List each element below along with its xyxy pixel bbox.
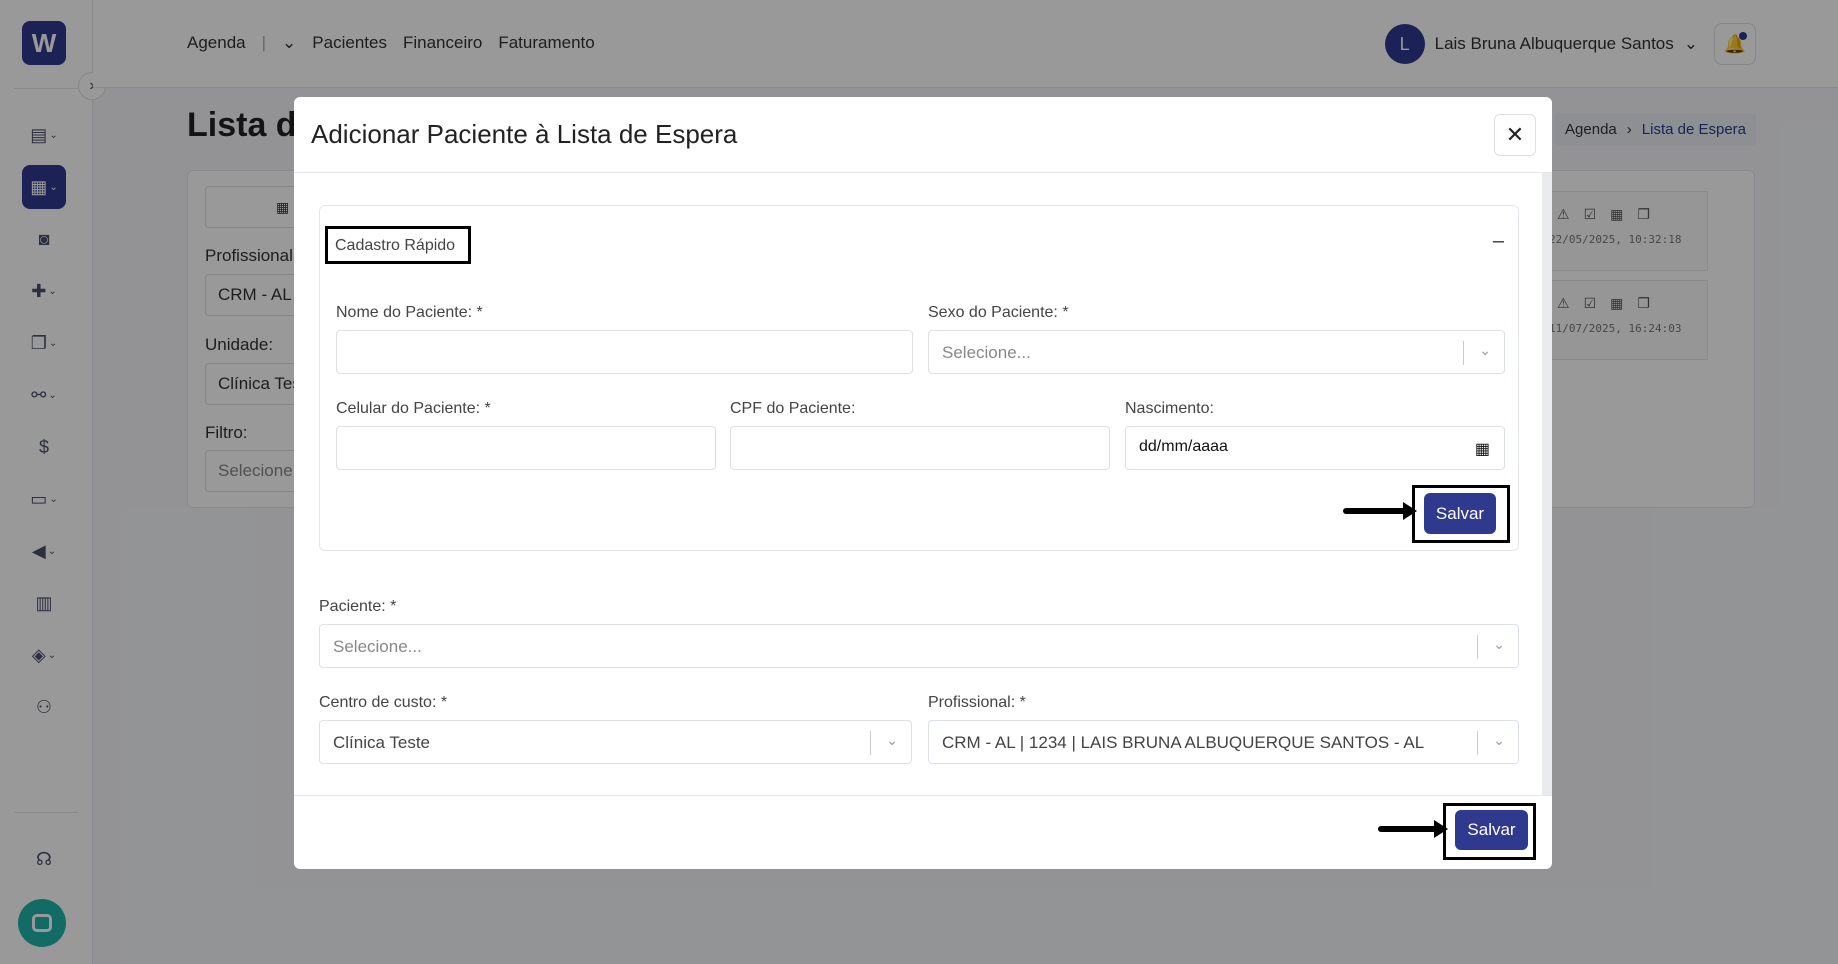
- centro-select[interactable]: Clínica Teste ⌄: [319, 720, 912, 764]
- modal-body: Cadastro Rápido – Nome do Paciente: * Se…: [294, 173, 1552, 795]
- modal-footer: Salvar: [294, 795, 1552, 869]
- close-icon[interactable]: ✕: [1494, 114, 1536, 156]
- sexo-select[interactable]: Selecione... ⌄: [928, 330, 1505, 374]
- nascimento-label: Nascimento:: [1125, 400, 1214, 417]
- profissional-label: Profissional: *: [928, 694, 1026, 711]
- profissional-select[interactable]: CRM - AL | 1234 | LAIS BRUNA ALBUQUERQUE…: [928, 720, 1519, 764]
- chevron-down-icon: ⌄: [886, 732, 898, 748]
- chevron-down-icon: ⌄: [1493, 732, 1505, 748]
- select-divider: [870, 731, 871, 755]
- centro-value: Clínica Teste: [333, 733, 431, 752]
- save-button[interactable]: Salvar: [1455, 810, 1528, 850]
- celular-label: Celular do Paciente: *: [336, 400, 491, 417]
- modal-header: Adicionar Paciente à Lista de Espera ✕: [294, 97, 1552, 173]
- modal-title: Adicionar Paciente à Lista de Espera: [311, 119, 738, 149]
- sexo-placeholder: Selecione...: [942, 343, 1031, 362]
- collapse-minus-icon[interactable]: –: [1493, 230, 1504, 253]
- annotation-arrow: [1343, 502, 1417, 520]
- nascimento-value: dd/mm/aaaa: [1139, 438, 1228, 455]
- centro-label: Centro de custo: *: [319, 694, 448, 711]
- select-divider: [1463, 341, 1464, 365]
- add-waitlist-modal: Adicionar Paciente à Lista de Espera ✕ C…: [294, 97, 1552, 869]
- celular-input[interactable]: [336, 426, 716, 470]
- paciente-placeholder: Selecione...: [333, 637, 422, 656]
- nascimento-date-input[interactable]: dd/mm/aaaa ▦: [1125, 426, 1505, 470]
- quick-register-title[interactable]: Cadastro Rápido: [325, 226, 471, 264]
- chevron-down-icon: ⌄: [1493, 636, 1505, 652]
- quick-save-button[interactable]: Salvar: [1424, 493, 1496, 534]
- cpf-label: CPF do Paciente:: [730, 400, 856, 417]
- paciente-select[interactable]: Selecione... ⌄: [319, 624, 1519, 668]
- nome-label: Nome do Paciente: *: [336, 304, 483, 321]
- select-divider: [1477, 731, 1478, 755]
- select-divider: [1477, 635, 1478, 659]
- profissional-value: CRM - AL | 1234 | LAIS BRUNA ALBUQUERQUE…: [942, 733, 1425, 752]
- calendar-icon[interactable]: ▦: [1475, 439, 1490, 459]
- chevron-down-icon: ⌄: [1479, 342, 1491, 358]
- annotation-arrow: [1378, 820, 1448, 838]
- paciente-label: Paciente: *: [319, 598, 397, 615]
- quick-register-card: Cadastro Rápido – Nome do Paciente: * Se…: [319, 205, 1519, 551]
- sexo-label: Sexo do Paciente: *: [928, 304, 1069, 321]
- nome-input[interactable]: [336, 330, 913, 374]
- cpf-input[interactable]: [730, 426, 1110, 470]
